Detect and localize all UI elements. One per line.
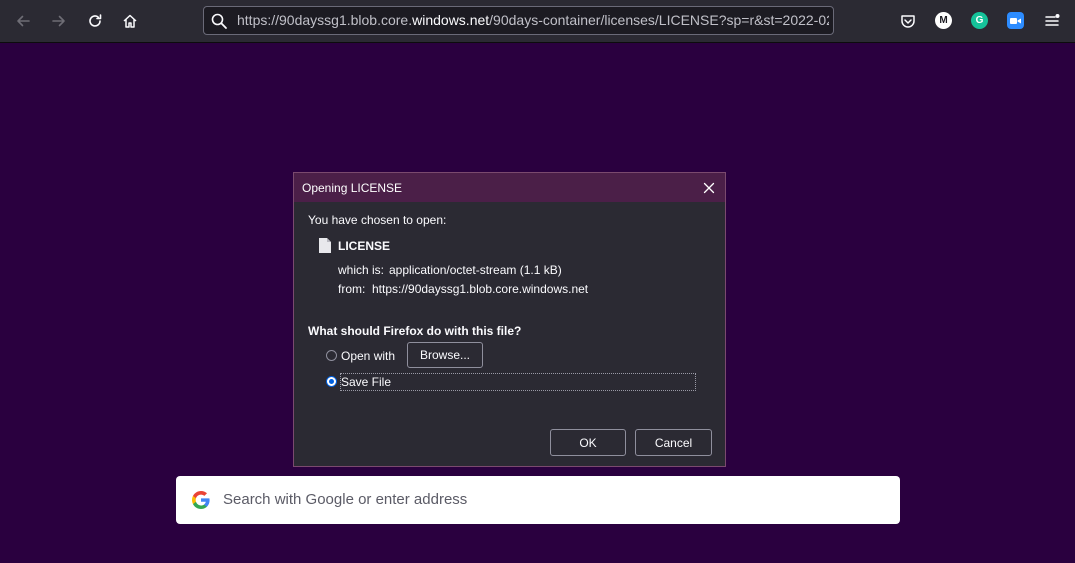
back-icon[interactable]: [9, 7, 37, 35]
dialog-title: Opening LICENSE: [302, 181, 403, 195]
close-icon[interactable]: [699, 178, 719, 198]
search-placeholder: Search with Google or enter address: [223, 491, 468, 508]
which-is-label: which is:: [338, 263, 385, 277]
focus-outline: [340, 373, 696, 391]
home-icon[interactable]: [116, 7, 144, 35]
pocket-icon[interactable]: [894, 7, 922, 35]
save-file-radio[interactable]: [326, 376, 337, 387]
from-value: https://90dayssg1.blob.core.windows.net: [372, 282, 589, 296]
open-with-label[interactable]: Open with: [341, 349, 395, 363]
search-box[interactable]: Search with Google or enter address: [176, 476, 900, 524]
url-domain: windows.net: [412, 12, 490, 28]
download-dialog: Opening LICENSE You have chosen to open:…: [293, 172, 726, 467]
dialog-question: What should Firefox do with this file?: [308, 324, 522, 338]
zoom-icon[interactable]: [1007, 12, 1024, 29]
from-label: from:: [338, 282, 366, 296]
open-with-radio[interactable]: [326, 350, 337, 361]
menu-icon[interactable]: [1038, 7, 1066, 35]
dialog-intro: You have chosen to open:: [308, 213, 447, 227]
google-icon: [191, 490, 211, 510]
file-name: LICENSE: [338, 239, 391, 253]
m-extension-icon[interactable]: M: [935, 12, 952, 29]
dialog-titlebar: Opening LICENSE: [294, 173, 725, 202]
cancel-button[interactable]: Cancel: [635, 429, 712, 456]
browse-button[interactable]: Browse...: [407, 342, 483, 368]
browser-toolbar: https://90dayssg1.blob.core.windows.net/…: [0, 0, 1075, 43]
address-bar[interactable]: https://90dayssg1.blob.core.windows.net/…: [203, 6, 834, 35]
search-icon: [210, 12, 228, 30]
url-prefix: https://90dayssg1.blob.core.: [237, 12, 413, 28]
url-text: https://90dayssg1.blob.core.windows.net/…: [237, 7, 829, 34]
which-is-value: application/octet-stream (1.1 kB): [389, 263, 562, 277]
forward-icon[interactable]: [45, 7, 73, 35]
reload-icon[interactable]: [81, 7, 109, 35]
grammarly-icon[interactable]: G: [971, 12, 988, 29]
file-icon: [319, 238, 331, 256]
ok-button[interactable]: OK: [550, 429, 626, 456]
save-file-label[interactable]: Save File: [341, 375, 391, 389]
url-suffix: /90days-container/licenses/LICENSE?sp=r&…: [489, 12, 829, 28]
